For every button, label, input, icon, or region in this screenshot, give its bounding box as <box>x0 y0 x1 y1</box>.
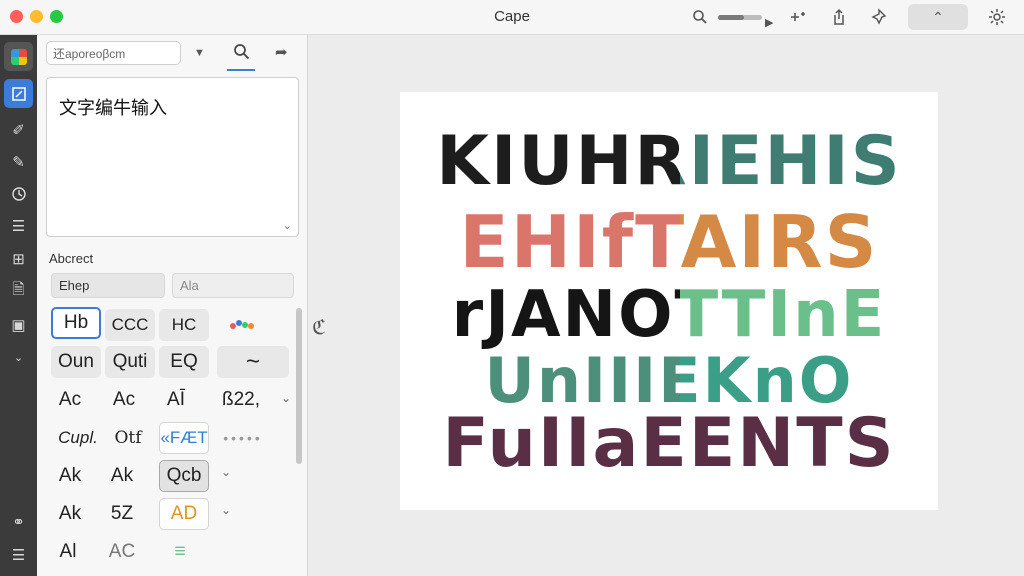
style-field-a[interactable]: Ehep <box>51 273 165 298</box>
share-icon[interactable] <box>828 6 850 28</box>
font-style-hc[interactable]: HC <box>159 309 209 341</box>
font-style-quti[interactable]: Quti <box>105 346 155 378</box>
typography-canvas[interactable]: KIUHRIEHIS EHIfTAIRS rJANOTTInE UnIIIEKn… <box>400 92 938 510</box>
zoom-slider[interactable] <box>718 15 762 20</box>
chevron-down-icon[interactable]: ⌄ <box>221 503 231 517</box>
layout-icon[interactable]: ⊞ <box>4 244 33 273</box>
search-icon[interactable] <box>233 43 250 64</box>
share-arrow-icon[interactable]: ➦ <box>275 43 288 61</box>
font-style-dots[interactable]: ••••• <box>215 422 271 454</box>
dropdown-chevron-icon[interactable]: ▼ <box>194 47 205 59</box>
font-style-ac-2[interactable]: Ac <box>99 384 149 416</box>
list-icon[interactable]: ☰ <box>4 211 33 240</box>
link-icon[interactable]: ⚭ <box>4 507 33 536</box>
layers-icon[interactable]: ☰ <box>4 540 33 569</box>
app-logo[interactable] <box>4 42 33 71</box>
text-panel: 还aporeoβcm ▼ ➦ 文字编牛输入 ⌄ Abcrect Ehep Ala… <box>37 35 308 576</box>
font-style-cupl[interactable]: Cupl. <box>51 422 105 454</box>
font-style-ai[interactable]: AĪ <box>151 384 201 416</box>
zoom-arrow-icon: ▶ <box>765 16 774 29</box>
text-input-area[interactable]: 文字编牛输入 ⌄ <box>46 77 299 237</box>
font-style-sz22[interactable]: ß22, <box>213 384 269 416</box>
font-style-fat[interactable]: «FÆT <box>159 422 209 454</box>
canvas-line-1: KIUHRIEHIS <box>400 122 938 201</box>
font-style-5z[interactable]: 5Z <box>97 498 147 530</box>
document-icon[interactable]: 🗎 <box>4 277 33 306</box>
font-style-hb[interactable]: Hb <box>51 307 101 339</box>
font-style-al[interactable]: Al <box>43 536 93 568</box>
canvas-line-3: rJANOTTInE <box>400 278 938 352</box>
tool-sidebar: ✐ ✎ ☰ ⊞ 🗎 ▣ ⌄ ⚭ ☰ <box>0 35 37 576</box>
canvas-line-2: EHIfTAIRS <box>400 200 938 284</box>
font-style-lines[interactable]: ≡ <box>155 536 205 568</box>
cursor-icon: ℭ <box>312 317 327 339</box>
edit-icon[interactable] <box>4 79 33 108</box>
chevron-down-icon[interactable]: ⌄ <box>4 343 33 372</box>
panel-scrollbar[interactable] <box>296 308 302 464</box>
collapse-button[interactable]: ⌃ <box>908 4 968 30</box>
font-style-ak-2[interactable]: Ak <box>97 460 147 492</box>
canvas-line-5: FuIIaEENTS <box>400 404 938 483</box>
pencil-icon[interactable]: ✎ <box>4 147 33 176</box>
font-style-ac-3[interactable]: AC <box>97 536 147 568</box>
chevron-down-icon[interactable]: ⌄ <box>221 465 231 479</box>
font-style-oun[interactable]: Oun <box>51 346 101 378</box>
font-style-otf[interactable]: Otf <box>103 422 153 454</box>
font-style-eq[interactable]: EQ <box>159 346 209 378</box>
image-icon[interactable]: ▣ <box>4 310 33 339</box>
font-style-ak-1[interactable]: Ak <box>45 460 95 492</box>
search-tab-indicator <box>227 69 255 71</box>
title-bar: Cape ▶ ⌃ <box>0 0 1024 35</box>
style-field-b[interactable]: Ala <box>172 273 294 298</box>
font-style-qcb[interactable]: Qcb <box>159 460 209 492</box>
font-style-ccc[interactable]: CCC <box>105 309 155 341</box>
color-dots-icon[interactable] <box>217 309 267 341</box>
clock-icon[interactable] <box>4 179 33 208</box>
gear-icon[interactable] <box>985 6 1009 28</box>
pin-icon[interactable] <box>868 6 890 28</box>
chevron-down-icon[interactable]: ⌄ <box>281 391 291 405</box>
font-style-ad[interactable]: AD <box>159 498 209 530</box>
chevron-down-icon[interactable]: ⌄ <box>283 219 292 232</box>
font-style-ak-3[interactable]: Ak <box>45 498 95 530</box>
text-input-value: 文字编牛输入 <box>59 98 167 118</box>
font-style-wave[interactable]: ~ <box>217 346 289 378</box>
search-input[interactable]: 还aporeoβcm <box>46 41 181 65</box>
zoom-icon[interactable] <box>690 6 710 28</box>
pen-icon[interactable]: ✐ <box>4 115 33 144</box>
chevron-up-icon: ⌃ <box>932 8 944 25</box>
section-label: Abcrect <box>49 251 94 266</box>
font-style-ac-1[interactable]: Ac <box>45 384 95 416</box>
add-icon[interactable] <box>786 6 808 28</box>
